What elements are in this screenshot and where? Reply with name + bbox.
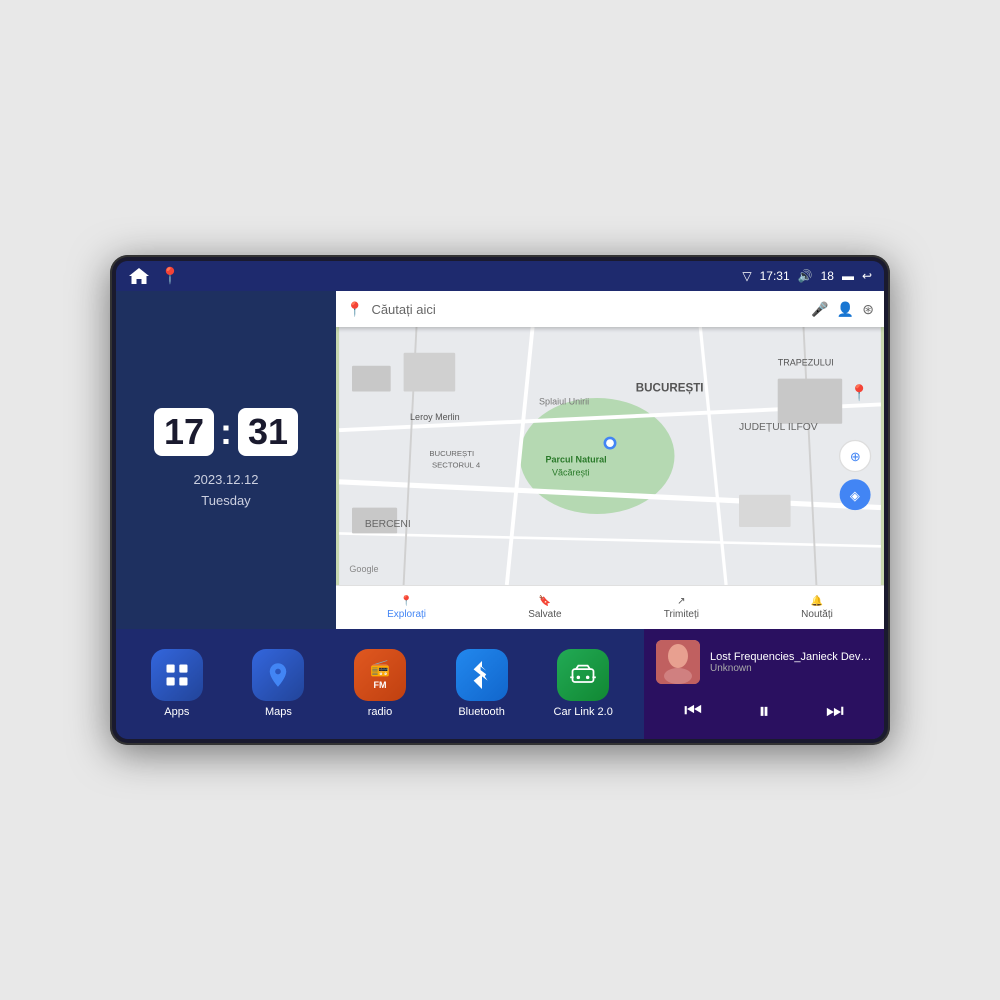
clock-hour: 17 [154,408,214,456]
map-search-input[interactable]: Căutați aici [371,302,803,317]
app-icon-radio[interactable]: 📻 FM radio [346,649,414,719]
maps-pin-icon: 📍 [160,266,180,286]
svg-text:Văcărești: Văcărești [552,467,590,477]
app-icons-panel: Apps Maps 📻 FM [116,629,644,739]
carlink-label: Car Link 2.0 [554,706,613,719]
svg-text:SECTORUL 4: SECTORUL 4 [432,461,481,470]
apps-label: Apps [164,706,189,719]
status-time: 17:31 [760,269,790,283]
share-icon: ↗ [677,596,685,607]
map-tab-noutati[interactable]: 🔔 Noutăți [801,596,833,620]
volume-label: 18 [821,269,834,283]
mic-icon[interactable]: 🎤 [811,301,828,318]
svg-text:BERCENI: BERCENI [365,519,411,530]
bottom-section: Apps Maps 📻 FM [116,629,884,739]
bluetooth-icon [456,649,508,701]
map-panel[interactable]: 📍 Căutați aici 🎤 👤 ⊛ [336,291,884,629]
app-icon-carlink[interactable]: Car Link 2.0 [549,649,617,719]
main-content: 17 : 31 2023.12.12 Tuesday 📍 Căutați aic… [116,291,884,629]
signal-icon: ▽ [742,269,751,283]
map-tab-trimiteti[interactable]: ↗ Trimiteți [664,596,699,620]
map-tab-trimiteti-label: Trimiteți [664,609,699,620]
status-bar: 📍 ▽ 17:31 🔊 18 ▬ ↩ [116,261,884,291]
svg-text:BUCUREȘTI: BUCUREȘTI [429,449,474,458]
app-icon-bluetooth[interactable]: Bluetooth [448,649,516,719]
carlink-icon [557,649,609,701]
apps-icon [151,649,203,701]
music-info: Lost Frequencies_Janieck Devy-... Unknow… [710,651,872,674]
battery-icon: ▬ [842,269,854,283]
svg-text:TRAPEZULUI: TRAPEZULUI [778,358,834,368]
app-icon-maps[interactable]: Maps [244,649,312,719]
volume-icon: 🔊 [798,269,813,283]
app-icon-apps[interactable]: Apps [143,649,211,719]
map-tab-noutati-label: Noutăți [801,609,833,620]
car-device: 📍 ▽ 17:31 🔊 18 ▬ ↩ 17 : 31 2023 [110,255,890,745]
map-search-bar[interactable]: 📍 Căutați aici 🎤 👤 ⊛ [336,291,884,327]
svg-text:Parcul Natural: Parcul Natural [546,454,607,464]
date-display: 2023.12.12 Tuesday [193,470,258,512]
day-value: Tuesday [193,491,258,512]
clock-colon: : [220,414,232,450]
clock-panel: 17 : 31 2023.12.12 Tuesday [116,291,336,629]
date-value: 2023.12.12 [193,470,258,491]
status-left: 📍 [128,266,180,286]
radio-icon: 📻 FM [354,649,406,701]
music-controls: ⏮ ⏸ ⏭ [656,694,872,728]
screen: 📍 ▽ 17:31 🔊 18 ▬ ↩ 17 : 31 2023 [116,261,884,739]
music-player: Lost Frequencies_Janieck Devy-... Unknow… [644,629,884,739]
music-info-row: Lost Frequencies_Janieck Devy-... Unknow… [656,640,872,684]
map-tab-salvate[interactable]: 🔖 Salvate [528,596,561,620]
svg-text:◈: ◈ [850,488,860,503]
svg-text:📍: 📍 [850,383,869,402]
map-pin-icon: 📍 [346,301,363,318]
music-artist: Unknown [710,663,872,674]
user-icon[interactable]: 👤 [837,301,854,318]
music-prev-button[interactable]: ⏮ [676,696,710,727]
back-icon[interactable]: ↩ [862,269,872,283]
map-area[interactable]: BUCUREȘTI JUDEȚUL ILFOV BERCENI TRAPEZUL… [336,327,884,585]
map-tab-salvate-label: Salvate [528,609,561,620]
svg-text:Leroy Merlin: Leroy Merlin [410,412,460,422]
status-right: ▽ 17:31 🔊 18 ▬ ↩ [742,269,872,283]
layers-icon[interactable]: ⊛ [862,301,874,318]
maps-icon [252,649,304,701]
map-search-icons: 🎤 👤 ⊛ [811,301,874,318]
bookmark-icon: 🔖 [539,596,551,607]
svg-text:JUDEȚUL ILFOV: JUDEȚUL ILFOV [739,422,818,433]
clock-minute: 31 [238,408,298,456]
maps-label: Maps [265,706,292,719]
svg-text:Splaiul Unirii: Splaiul Unirii [539,396,589,406]
home-button[interactable] [128,267,150,285]
music-thumbnail [656,640,700,684]
svg-text:⊕: ⊕ [850,449,861,464]
radio-label: radio [368,706,392,719]
explore-icon: 📍 [400,596,412,607]
music-title: Lost Frequencies_Janieck Devy-... [710,651,872,663]
map-tab-explorati[interactable]: 📍 Explorați [387,596,426,620]
map-tab-explorati-label: Explorați [387,609,426,620]
music-next-button[interactable]: ⏭ [818,696,852,727]
music-play-button[interactable]: ⏸ [750,694,777,728]
bell-icon: 🔔 [811,596,823,607]
bluetooth-label: Bluetooth [458,706,504,719]
clock-display: 17 : 31 [154,408,298,456]
map-bottom-bar: 📍 Explorați 🔖 Salvate ↗ Trimiteți 🔔 Nout… [336,585,884,629]
svg-text:Google: Google [349,564,378,574]
svg-text:BUCUREȘTI: BUCUREȘTI [636,382,704,395]
